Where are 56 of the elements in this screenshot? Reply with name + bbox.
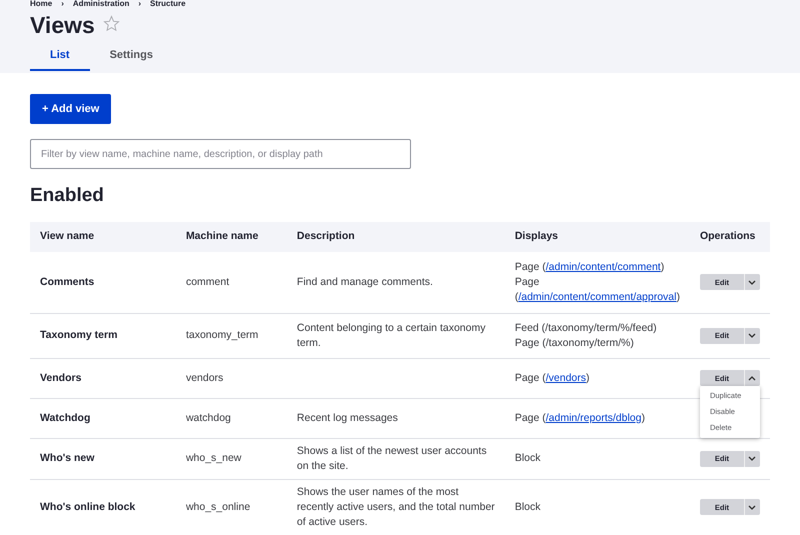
view-name: Taxonomy term <box>40 329 118 341</box>
tab[interactable]: List <box>30 45 90 71</box>
star-icon[interactable] <box>102 15 120 32</box>
display-text: Page (/admin/reports/dblog) <box>514 410 646 426</box>
display-path-link[interactable]: /vendors <box>546 372 586 384</box>
column-header: View name <box>30 222 176 252</box>
dropdown-toggle-button[interactable] <box>744 450 760 466</box>
machine-name: vendors <box>186 372 224 384</box>
dropdown-toggle-button[interactable] <box>744 370 760 386</box>
view-description: Shows a list of the newest user accounts on the site. <box>296 444 487 472</box>
machine-name: comment <box>186 276 230 288</box>
machine-name: watchdog <box>186 412 231 424</box>
filter-field[interactable]: Filter by view name, machine name, description, or display path <box>30 139 411 169</box>
view-description: Find and manage comments. <box>296 276 433 288</box>
view-description: Recent log messages <box>296 412 398 424</box>
view-name: Who's online block <box>40 500 136 512</box>
display-path-link[interactable]: /admin/reports/dblog <box>546 412 642 424</box>
view-description: Content belonging to a certain taxonomy term. <box>296 322 486 348</box>
display-text: Feed (/taxonomy/term/%/feed) <box>514 320 658 336</box>
breadcrumb-link[interactable]: Structure <box>150 0 186 8</box>
display-text: Block <box>514 500 542 514</box>
view-name: Watchdog <box>40 412 90 424</box>
view-name: Comments <box>40 276 94 288</box>
view-name: Who's new <box>40 452 94 464</box>
breadcrumb-separator: › <box>138 0 142 8</box>
machine-name: who_s_new <box>186 452 242 464</box>
dropdown-toggle-button[interactable] <box>744 328 760 344</box>
chevron-down-icon <box>748 456 756 461</box>
machine-name: taxonomy_term <box>186 329 258 341</box>
display-text: Page (/admin/content/comment) <box>514 260 666 275</box>
chevron-up-icon <box>748 376 756 380</box>
tab[interactable]: Settings <box>90 45 173 71</box>
dropdown-toggle-button[interactable] <box>744 274 760 290</box>
view-description: Shows the user names of the most recently active users, and the total number of active users. <box>296 486 495 528</box>
chevron-down-icon <box>748 504 756 510</box>
chevron-down-icon <box>748 280 756 285</box>
column-header: Description <box>286 222 505 252</box>
breadcrumb-link[interactable]: Home <box>30 0 52 8</box>
machine-name: who_s_online <box>186 500 250 512</box>
column-header: Operations <box>690 222 770 252</box>
page-title: Views <box>30 11 95 39</box>
display-text: Block <box>514 451 542 466</box>
chevron-down-icon <box>748 333 756 338</box>
display-path-link[interactable]: /admin/content/comment <box>546 260 661 273</box>
view-name: Vendors <box>40 372 82 384</box>
display-path-link[interactable]: /admin/content/comment/approval <box>518 290 676 303</box>
add-view-button[interactable]: + Add view <box>30 94 112 124</box>
breadcrumb-separator: › <box>61 0 64 8</box>
display-text: Page (/vendors) <box>514 370 591 386</box>
column-header: Displays <box>504 222 690 252</box>
display-text: Page (/taxonomy/term/%) <box>514 336 635 350</box>
section-heading: Enabled <box>30 185 105 207</box>
display-text: Page (/admin/content/comment/approval) <box>514 274 680 305</box>
column-header: Machine name <box>176 222 287 252</box>
dropdown-toggle-button[interactable] <box>744 499 760 515</box>
breadcrumb-link[interactable]: Administration <box>72 0 130 8</box>
